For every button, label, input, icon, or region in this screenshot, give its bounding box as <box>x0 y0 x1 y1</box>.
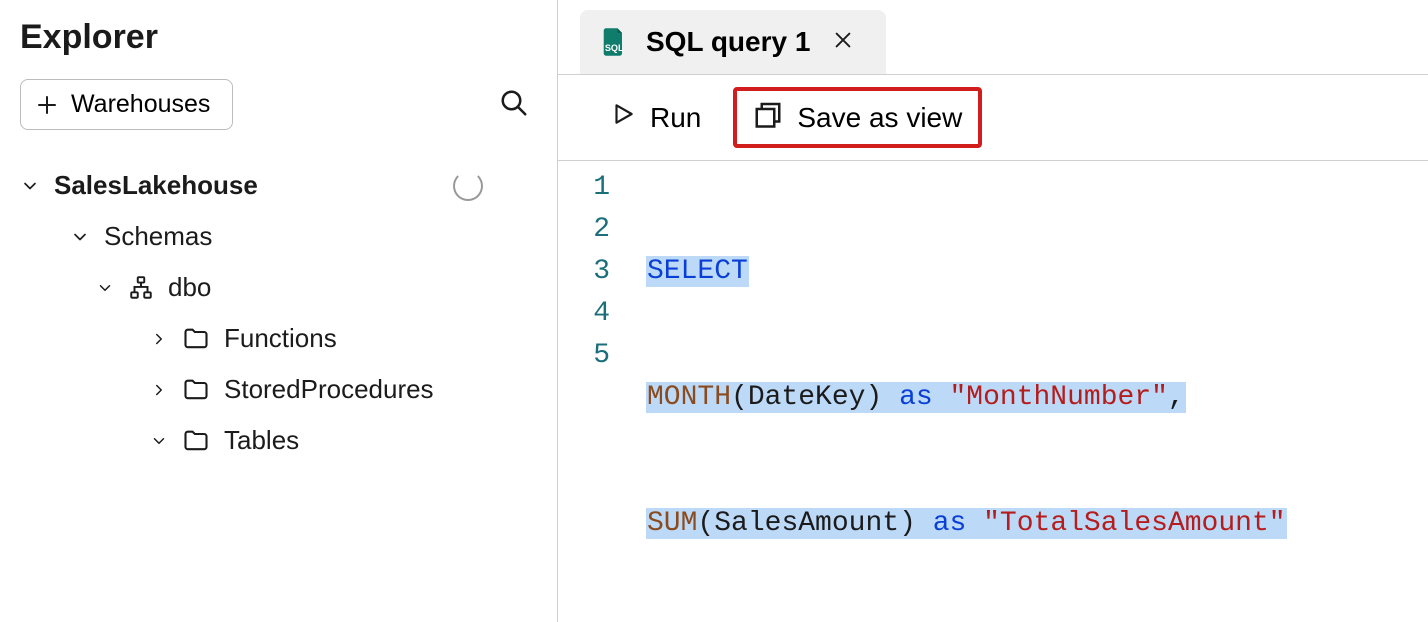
chevron-right-icon <box>150 330 168 348</box>
editor-content[interactable]: SELECT MONTH(DateKey) as "MonthNumber", … <box>646 167 1428 622</box>
main-pane: SQL SQL query 1 Run <box>558 0 1428 622</box>
chevron-down-icon <box>96 279 114 297</box>
explorer-title: Explorer <box>20 18 537 57</box>
explorer-tree: SalesLakehouse Schemas dbo <box>20 160 537 466</box>
explorer-sidebar: Explorer Warehouses SalesLakehouse <box>0 0 558 622</box>
code-line: MONTH(DateKey) as "MonthNumber", <box>646 377 1428 419</box>
warehouses-row: Warehouses <box>20 79 537 130</box>
tree-node-schemas[interactable]: Schemas <box>20 211 537 262</box>
tree-node-database-label: SalesLakehouse <box>54 170 258 201</box>
add-warehouses-button[interactable]: Warehouses <box>20 79 233 130</box>
tree-node-storedprocedures-label: StoredProcedures <box>224 374 434 405</box>
tab-sql-query[interactable]: SQL SQL query 1 <box>580 10 886 74</box>
chevron-down-icon <box>150 432 168 450</box>
svg-text:SQL: SQL <box>605 43 624 53</box>
folder-icon <box>182 325 210 353</box>
line-number: 1 <box>558 167 610 209</box>
tree-node-functions[interactable]: Functions <box>20 313 537 364</box>
line-number: 5 <box>558 335 610 377</box>
search-icon <box>499 106 529 121</box>
tree-node-database[interactable]: SalesLakehouse <box>20 160 537 211</box>
tab-bar: SQL SQL query 1 <box>558 0 1428 75</box>
code-line: SUM(SalesAmount) as "TotalSalesAmount" <box>646 503 1428 545</box>
plus-icon <box>35 93 59 117</box>
sql-file-icon: SQL <box>600 26 628 58</box>
tree-node-dbo-label: dbo <box>168 272 211 303</box>
chevron-right-icon <box>150 381 168 399</box>
tree-node-functions-label: Functions <box>224 323 337 354</box>
search-button[interactable] <box>491 80 537 129</box>
code-editor[interactable]: 1 2 3 4 5 SELECT MONTH(DateKey) as "Mont… <box>558 161 1428 622</box>
close-icon[interactable] <box>828 22 858 62</box>
line-number: 3 <box>558 251 610 293</box>
query-toolbar: Run Save as view <box>558 75 1428 161</box>
loading-spinner-icon <box>453 171 483 201</box>
schema-icon <box>128 275 154 301</box>
line-number: 2 <box>558 209 610 251</box>
chevron-down-icon <box>20 176 40 196</box>
app-root: Explorer Warehouses SalesLakehouse <box>0 0 1428 622</box>
save-as-view-label: Save as view <box>797 102 962 134</box>
save-as-view-button[interactable]: Save as view <box>733 87 982 148</box>
code-line: SELECT <box>646 251 1428 293</box>
line-number: 4 <box>558 293 610 335</box>
add-warehouses-label: Warehouses <box>71 90 210 119</box>
folder-icon <box>182 376 210 404</box>
tree-node-storedprocedures[interactable]: StoredProcedures <box>20 364 537 415</box>
tree-node-tables[interactable]: Tables <box>20 415 537 466</box>
run-button-label: Run <box>650 102 701 134</box>
tree-node-schemas-label: Schemas <box>104 221 212 252</box>
run-button[interactable]: Run <box>596 91 715 144</box>
save-view-icon <box>753 99 783 136</box>
chevron-down-icon <box>70 227 90 247</box>
tree-node-tables-label: Tables <box>224 425 299 456</box>
folder-icon <box>182 427 210 455</box>
editor-gutter: 1 2 3 4 5 <box>558 167 646 622</box>
play-icon <box>610 101 636 134</box>
tree-node-dbo[interactable]: dbo <box>20 262 537 313</box>
tab-label: SQL query 1 <box>646 26 810 58</box>
